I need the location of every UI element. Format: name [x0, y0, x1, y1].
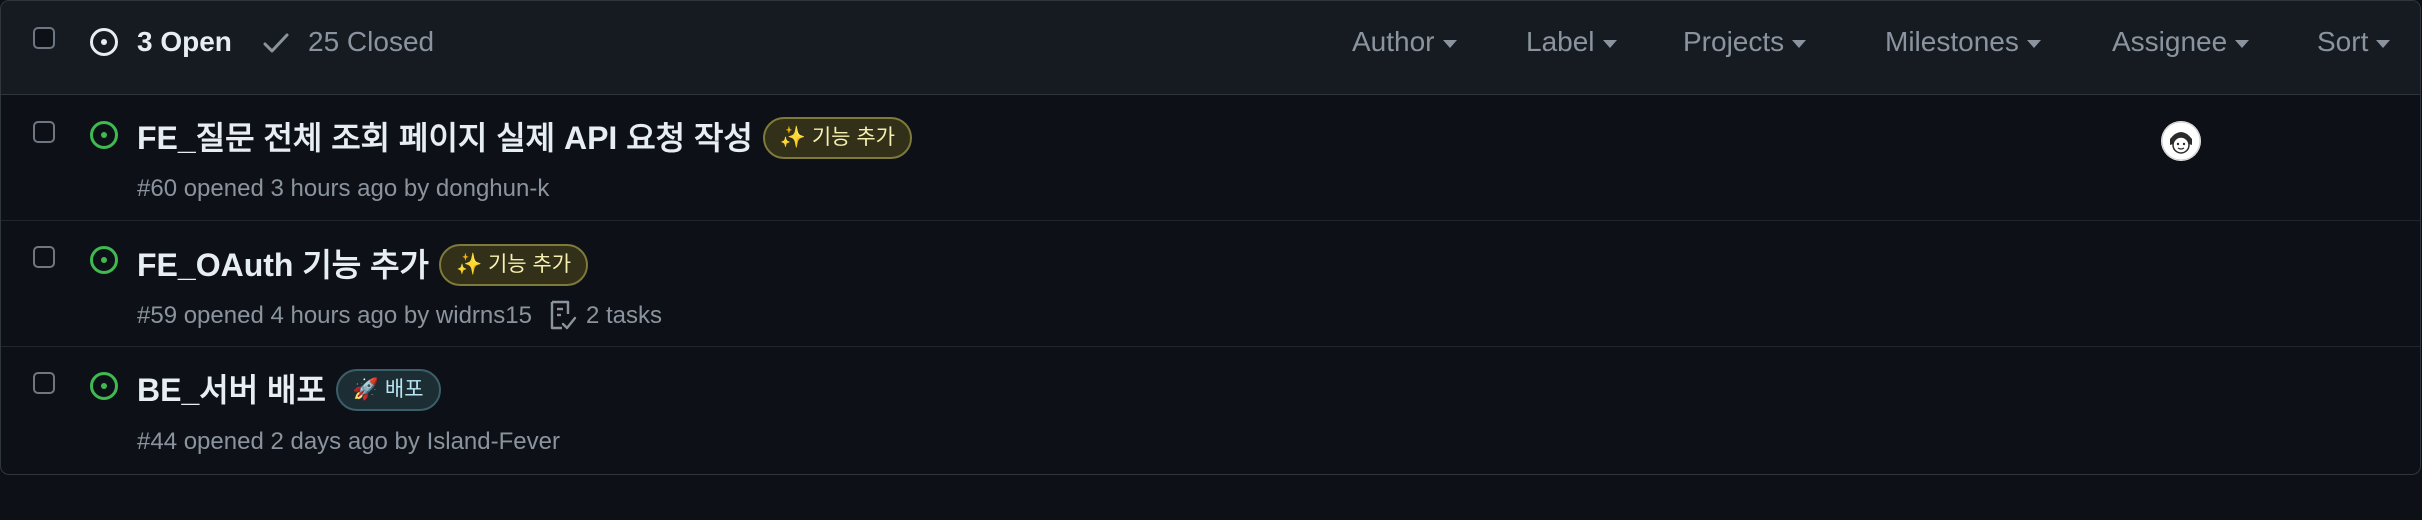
checklist-icon: [550, 300, 577, 330]
issue-meta-text: #59 opened 4 hours ago by widrns15: [137, 302, 532, 329]
issue-title-row: BE_서버 배포 🚀 배포: [137, 369, 441, 411]
issue-row[interactable]: FE_OAuth 기능 추가 ✨ 기능 추가 #59 opened 4 hour…: [1, 221, 2420, 347]
issue-opened-icon: [90, 28, 118, 56]
issue-row[interactable]: BE_서버 배포 🚀 배포 #44 opened 2 days ago by I…: [1, 347, 2420, 473]
issue-label-badge[interactable]: ✨ 기능 추가: [438, 244, 589, 286]
caret-down-icon: [1602, 39, 1617, 48]
caret-down-icon: [1442, 39, 1457, 48]
projects-filter-dropdown[interactable]: Projects: [1683, 24, 1807, 60]
sort-label: Sort: [2317, 26, 2369, 57]
projects-filter-label: Projects: [1683, 26, 1785, 57]
issue-title-row: FE_OAuth 기능 추가 ✨ 기능 추가: [137, 244, 589, 286]
label-filter-label: Label: [1526, 26, 1595, 57]
issue-meta: #60 opened 3 hours ago by donghun-k: [137, 174, 549, 204]
issue-title-link[interactable]: FE_질문 전체 조회 페이지 실제 API 요청 작성: [137, 118, 753, 158]
milestones-filter-label: Milestones: [1885, 26, 2019, 57]
issue-opened-icon: [90, 246, 118, 274]
issue-list: 3 Open 25 Closed Author Label Projects M…: [0, 0, 2421, 475]
issue-row[interactable]: FE_질문 전체 조회 페이지 실제 API 요청 작성 ✨ 기능 추가 #60…: [1, 95, 2420, 221]
assignee-filter-dropdown[interactable]: Assignee: [2112, 24, 2250, 60]
task-count: 2 tasks: [585, 302, 662, 329]
issue-title-link[interactable]: FE_OAuth 기능 추가: [137, 245, 429, 285]
issue-meta: #59 opened 4 hours ago by widrns15 2 tas…: [137, 300, 662, 332]
issue-title-link[interactable]: BE_서버 배포: [137, 370, 326, 410]
avatar-image: [2161, 121, 2201, 161]
issue-meta-text: #44 opened 2 days ago by Island-Fever: [137, 428, 560, 455]
milestones-filter-dropdown[interactable]: Milestones: [1885, 24, 2041, 60]
issue-checkbox[interactable]: [33, 121, 55, 143]
caret-down-icon: [2026, 39, 2041, 48]
issue-checkbox[interactable]: [33, 246, 55, 268]
assignee-filter-label: Assignee: [2112, 26, 2228, 57]
open-issues-tab[interactable]: 3 Open: [137, 24, 232, 60]
task-progress[interactable]: 2 tasks: [548, 300, 662, 332]
select-all-checkbox[interactable]: [33, 27, 55, 49]
author-filter-label: Author: [1352, 26, 1435, 57]
issue-opened-icon: [90, 121, 118, 149]
caret-down-icon: [1792, 39, 1807, 48]
sort-dropdown[interactable]: Sort: [2317, 24, 2391, 60]
issue-meta: #44 opened 2 days ago by Island-Fever: [137, 427, 560, 457]
caret-down-icon: [2376, 39, 2391, 48]
assignee-avatar[interactable]: [2161, 121, 2201, 161]
issue-label-badge[interactable]: ✨ 기능 추가: [762, 117, 912, 159]
closed-issues-tab[interactable]: 25 Closed: [308, 24, 434, 60]
check-icon: [263, 33, 289, 53]
label-filter-dropdown[interactable]: Label: [1526, 24, 1617, 60]
issue-label-badge[interactable]: 🚀 배포: [335, 369, 441, 411]
issue-opened-icon: [90, 372, 118, 400]
issue-checkbox[interactable]: [33, 372, 55, 394]
issue-meta-text: #60 opened 3 hours ago by donghun-k: [137, 175, 550, 202]
issue-list-header: 3 Open 25 Closed Author Label Projects M…: [1, 1, 2420, 95]
author-filter-dropdown[interactable]: Author: [1352, 24, 1457, 60]
caret-down-icon: [2235, 39, 2250, 48]
issue-title-row: FE_질문 전체 조회 페이지 실제 API 요청 작성 ✨ 기능 추가: [137, 117, 912, 159]
